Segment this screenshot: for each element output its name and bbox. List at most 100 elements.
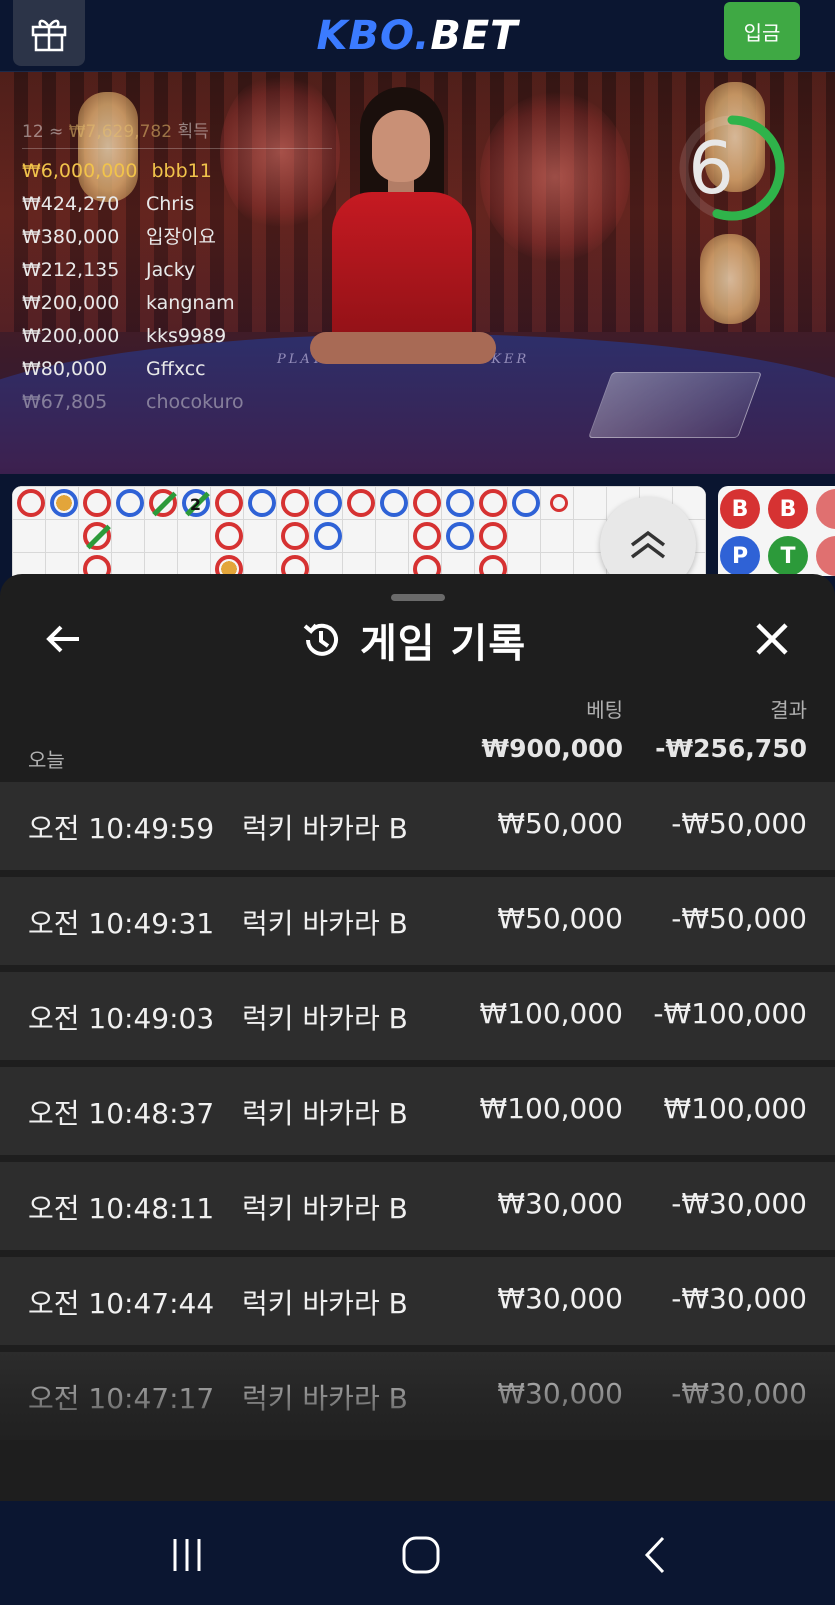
close-button[interactable] bbox=[747, 614, 797, 664]
brand-logo[interactable]: KBO.BET bbox=[317, 13, 519, 59]
bead-banker bbox=[412, 488, 441, 517]
bead-player-pair bbox=[49, 488, 78, 517]
winner-row: ₩200,000 kks9989 bbox=[22, 320, 332, 353]
row-bet: ₩50,000 bbox=[497, 807, 623, 840]
winner-name: Gffxcc bbox=[146, 358, 206, 380]
bead-banker bbox=[478, 488, 507, 517]
row-result: -₩50,000 bbox=[671, 902, 807, 935]
row-game: 럭키 바카라 B bbox=[242, 1002, 408, 1035]
bead-banker bbox=[478, 554, 507, 576]
extra-button[interactable] bbox=[816, 536, 835, 576]
row-result: -₩50,000 bbox=[671, 807, 807, 840]
bead-player bbox=[511, 488, 540, 517]
winner-name: Chris bbox=[146, 193, 195, 215]
timer-value: 6 bbox=[688, 126, 734, 210]
logo-part-1: KBO. bbox=[316, 12, 431, 59]
back-button[interactable] bbox=[38, 614, 88, 664]
bead-player-tie: 2 bbox=[181, 488, 210, 517]
winners-total-suffix: 획득 bbox=[177, 122, 209, 142]
history-icon bbox=[303, 623, 338, 656]
player-button[interactable]: P bbox=[720, 536, 760, 576]
row-game: 럭키 바카라 B bbox=[242, 1097, 408, 1130]
bead-banker bbox=[346, 488, 375, 517]
history-row[interactable]: 오전 10:49:31 럭키 바카라 B ₩50,000 -₩50,000 bbox=[0, 877, 835, 965]
row-bet: ₩100,000 bbox=[479, 1092, 623, 1125]
winners-list: 12 ≈ ₩7,629,782 획득 ₩6,000,000 bbb11 ₩424,… bbox=[22, 117, 332, 419]
winner-amount: ₩6,000,000 bbox=[22, 160, 138, 182]
winner-amount: ₩424,270 bbox=[22, 193, 120, 215]
row-result: -₩30,000 bbox=[671, 1187, 807, 1220]
winner-amount: ₩80,000 bbox=[22, 358, 108, 380]
column-header-bet: 베팅 bbox=[586, 698, 623, 722]
history-row[interactable]: 오전 10:49:59 럭키 바카라 B ₩50,000 -₩50,000 bbox=[0, 782, 835, 870]
sheet-drag-handle[interactable] bbox=[391, 594, 445, 601]
bead-banker bbox=[214, 488, 243, 517]
winner-row: ₩67,805 chocokuro bbox=[22, 386, 332, 419]
history-row[interactable]: 오전 10:47:17 럭키 바카라 B ₩30,000 -₩30,000 bbox=[0, 1352, 835, 1440]
history-row[interactable]: 오전 10:47:44 럭키 바카라 B ₩30,000 -₩30,000 bbox=[0, 1257, 835, 1345]
winner-name: kangnam bbox=[146, 292, 235, 314]
back-nav-button[interactable] bbox=[615, 1527, 695, 1583]
sheet-title: 게임 기록 bbox=[300, 612, 526, 668]
close-icon bbox=[756, 623, 788, 655]
history-row[interactable]: 오전 10:48:11 럭키 바카라 B ₩30,000 -₩30,000 bbox=[0, 1162, 835, 1250]
recent-apps-button[interactable] bbox=[147, 1527, 227, 1583]
row-bet: ₩30,000 bbox=[497, 1187, 623, 1220]
logo-part-2: BET bbox=[430, 12, 519, 59]
blossom-decor-right bbox=[480, 92, 630, 262]
row-result: ₩100,000 bbox=[663, 1092, 807, 1125]
row-game: 럭키 바카라 B bbox=[242, 907, 408, 940]
gift-icon bbox=[31, 19, 67, 52]
gift-button[interactable] bbox=[13, 0, 85, 66]
bead-banker bbox=[478, 521, 507, 550]
row-time: 오전 10:47:44 bbox=[28, 1287, 215, 1320]
winner-row: ₩380,000 입장이요 bbox=[22, 221, 332, 254]
winner-amount: ₩200,000 bbox=[22, 325, 120, 347]
winner-name: 입장이요 bbox=[146, 226, 216, 248]
bead-banker bbox=[214, 521, 243, 550]
bead-player bbox=[115, 488, 144, 517]
history-row[interactable]: 오전 10:49:03 럭키 바카라 B ₩100,000 -₩100,000 bbox=[0, 972, 835, 1060]
winners-total-amount: ₩7,629,782 bbox=[68, 122, 173, 142]
bead-banker bbox=[82, 488, 111, 517]
row-time: 오전 10:48:11 bbox=[28, 1192, 215, 1225]
bead-player bbox=[445, 521, 474, 550]
bead-banker bbox=[412, 521, 441, 550]
row-game: 럭키 바카라 B bbox=[242, 812, 408, 845]
bead-player bbox=[379, 488, 408, 517]
sheet-title-text: 게임 기록 bbox=[360, 621, 527, 667]
row-game: 럭키 바카라 B bbox=[242, 1192, 408, 1225]
row-time: 오전 10:49:59 bbox=[28, 812, 215, 845]
banker-button[interactable]: B bbox=[768, 489, 808, 529]
bead-banker-small bbox=[549, 493, 568, 512]
row-bet: ₩30,000 bbox=[497, 1377, 623, 1410]
dealer-figure bbox=[310, 82, 496, 382]
winners-total: 12 ≈ ₩7,629,782 획득 bbox=[22, 117, 332, 149]
row-result: -₩30,000 bbox=[671, 1282, 807, 1315]
deposit-button[interactable]: 입금 bbox=[724, 2, 800, 60]
home-button[interactable] bbox=[381, 1527, 461, 1583]
total-bet: ₩900,000 bbox=[481, 734, 623, 763]
bead-banker-tie bbox=[148, 488, 177, 517]
today-label: 오늘 bbox=[28, 748, 65, 772]
app-root: KBO.BET 입금 PLAYER BANKER 12 ≈ ₩7,629,782… bbox=[0, 0, 835, 1605]
winner-name: kks9989 bbox=[146, 325, 227, 347]
tie-count-label: 2 bbox=[189, 494, 202, 514]
extra-button[interactable] bbox=[816, 489, 835, 529]
home-icon bbox=[402, 1536, 440, 1574]
tie-button[interactable]: T bbox=[768, 536, 808, 576]
winner-amount: ₩380,000 bbox=[22, 226, 120, 248]
row-bet: ₩50,000 bbox=[497, 902, 623, 935]
history-row[interactable]: 오전 10:48:37 럭키 바카라 B ₩100,000 ₩100,000 bbox=[0, 1067, 835, 1155]
bead-player bbox=[313, 488, 342, 517]
banker-button[interactable]: B bbox=[720, 489, 760, 529]
winner-row: ₩6,000,000 bbb11 bbox=[22, 155, 332, 188]
bead-banker bbox=[16, 488, 45, 517]
winner-row: ₩424,270 Chris bbox=[22, 188, 332, 221]
winner-row: ₩200,000 kangnam bbox=[22, 287, 332, 320]
tie-slash-mark bbox=[151, 491, 177, 516]
game-history-sheet: 게임 기록 베팅 결과 오늘 ₩900,000 -₩256,750 오전 10:… bbox=[0, 574, 835, 1504]
total-result: -₩256,750 bbox=[655, 734, 807, 763]
recent-apps-icon bbox=[173, 1539, 201, 1571]
live-video[interactable]: PLAYER BANKER 12 ≈ ₩7,629,782 획득 ₩6,000,… bbox=[0, 72, 835, 474]
